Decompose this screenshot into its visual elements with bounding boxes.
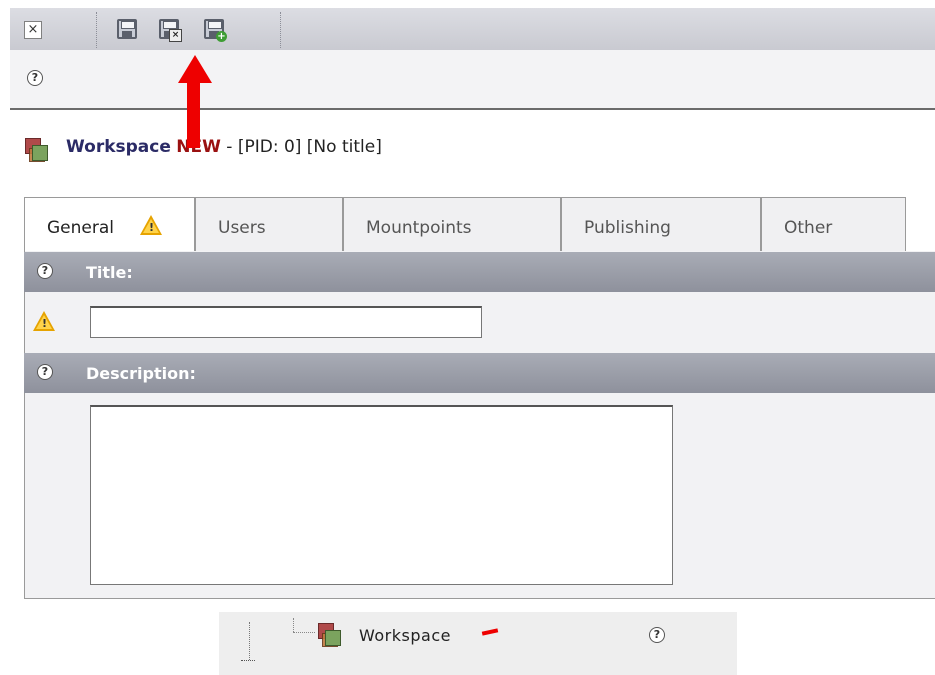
help-icon[interactable]: ?	[27, 70, 43, 86]
tree-line	[241, 660, 255, 661]
tab-label: Other	[784, 218, 833, 238]
workspace-record-icon	[25, 138, 49, 162]
help-icon[interactable]: ?	[649, 627, 665, 643]
tab-label: Mountpoints	[366, 218, 472, 238]
tree-line	[293, 632, 315, 633]
description-textarea[interactable]	[90, 405, 673, 585]
workspace-tree-icon	[318, 623, 342, 647]
tree-line	[249, 622, 250, 660]
title-input[interactable]	[90, 306, 482, 338]
toolbar-separator	[280, 12, 281, 48]
annotation-arrow-shaft	[187, 80, 200, 148]
record-info: - [PID: 0] [No title]	[220, 137, 382, 157]
tab-publishing[interactable]: Publishing	[561, 197, 761, 251]
tab-label: Users	[218, 218, 266, 238]
document-toolbar: × × +	[10, 8, 935, 50]
record-type-title: Workspace	[66, 137, 171, 157]
title-label: Title:	[86, 263, 133, 282]
record-header: Workspace NEW - [PID: 0] [No title]	[66, 137, 382, 157]
save-icon[interactable]	[117, 19, 137, 39]
tab-mountpoints[interactable]: Mountpoints	[343, 197, 561, 251]
description-label: Description:	[86, 364, 196, 383]
help-icon[interactable]: ?	[37, 364, 53, 380]
toolbar-separator	[96, 12, 97, 48]
save-and-new-icon[interactable]: +	[204, 19, 227, 42]
title-section-header: ? Title:	[24, 252, 935, 292]
annotation-arrowhead	[178, 55, 212, 83]
tab-users[interactable]: Users	[195, 197, 343, 251]
help-icon[interactable]: ?	[37, 263, 53, 279]
tree-item-workspace[interactable]: Workspace	[359, 626, 451, 645]
tab-label: Publishing	[584, 218, 671, 238]
description-section-header: ? Description:	[24, 353, 935, 393]
page-tree-snippet	[219, 612, 737, 675]
tab-other[interactable]: Other	[761, 197, 906, 251]
tab-general[interactable]: General !	[24, 197, 195, 253]
tree-line	[293, 618, 294, 632]
close-icon[interactable]: ×	[24, 21, 42, 39]
help-bar: ?	[10, 50, 935, 110]
tab-label: General	[47, 218, 114, 238]
save-and-close-icon[interactable]: ×	[159, 19, 182, 42]
